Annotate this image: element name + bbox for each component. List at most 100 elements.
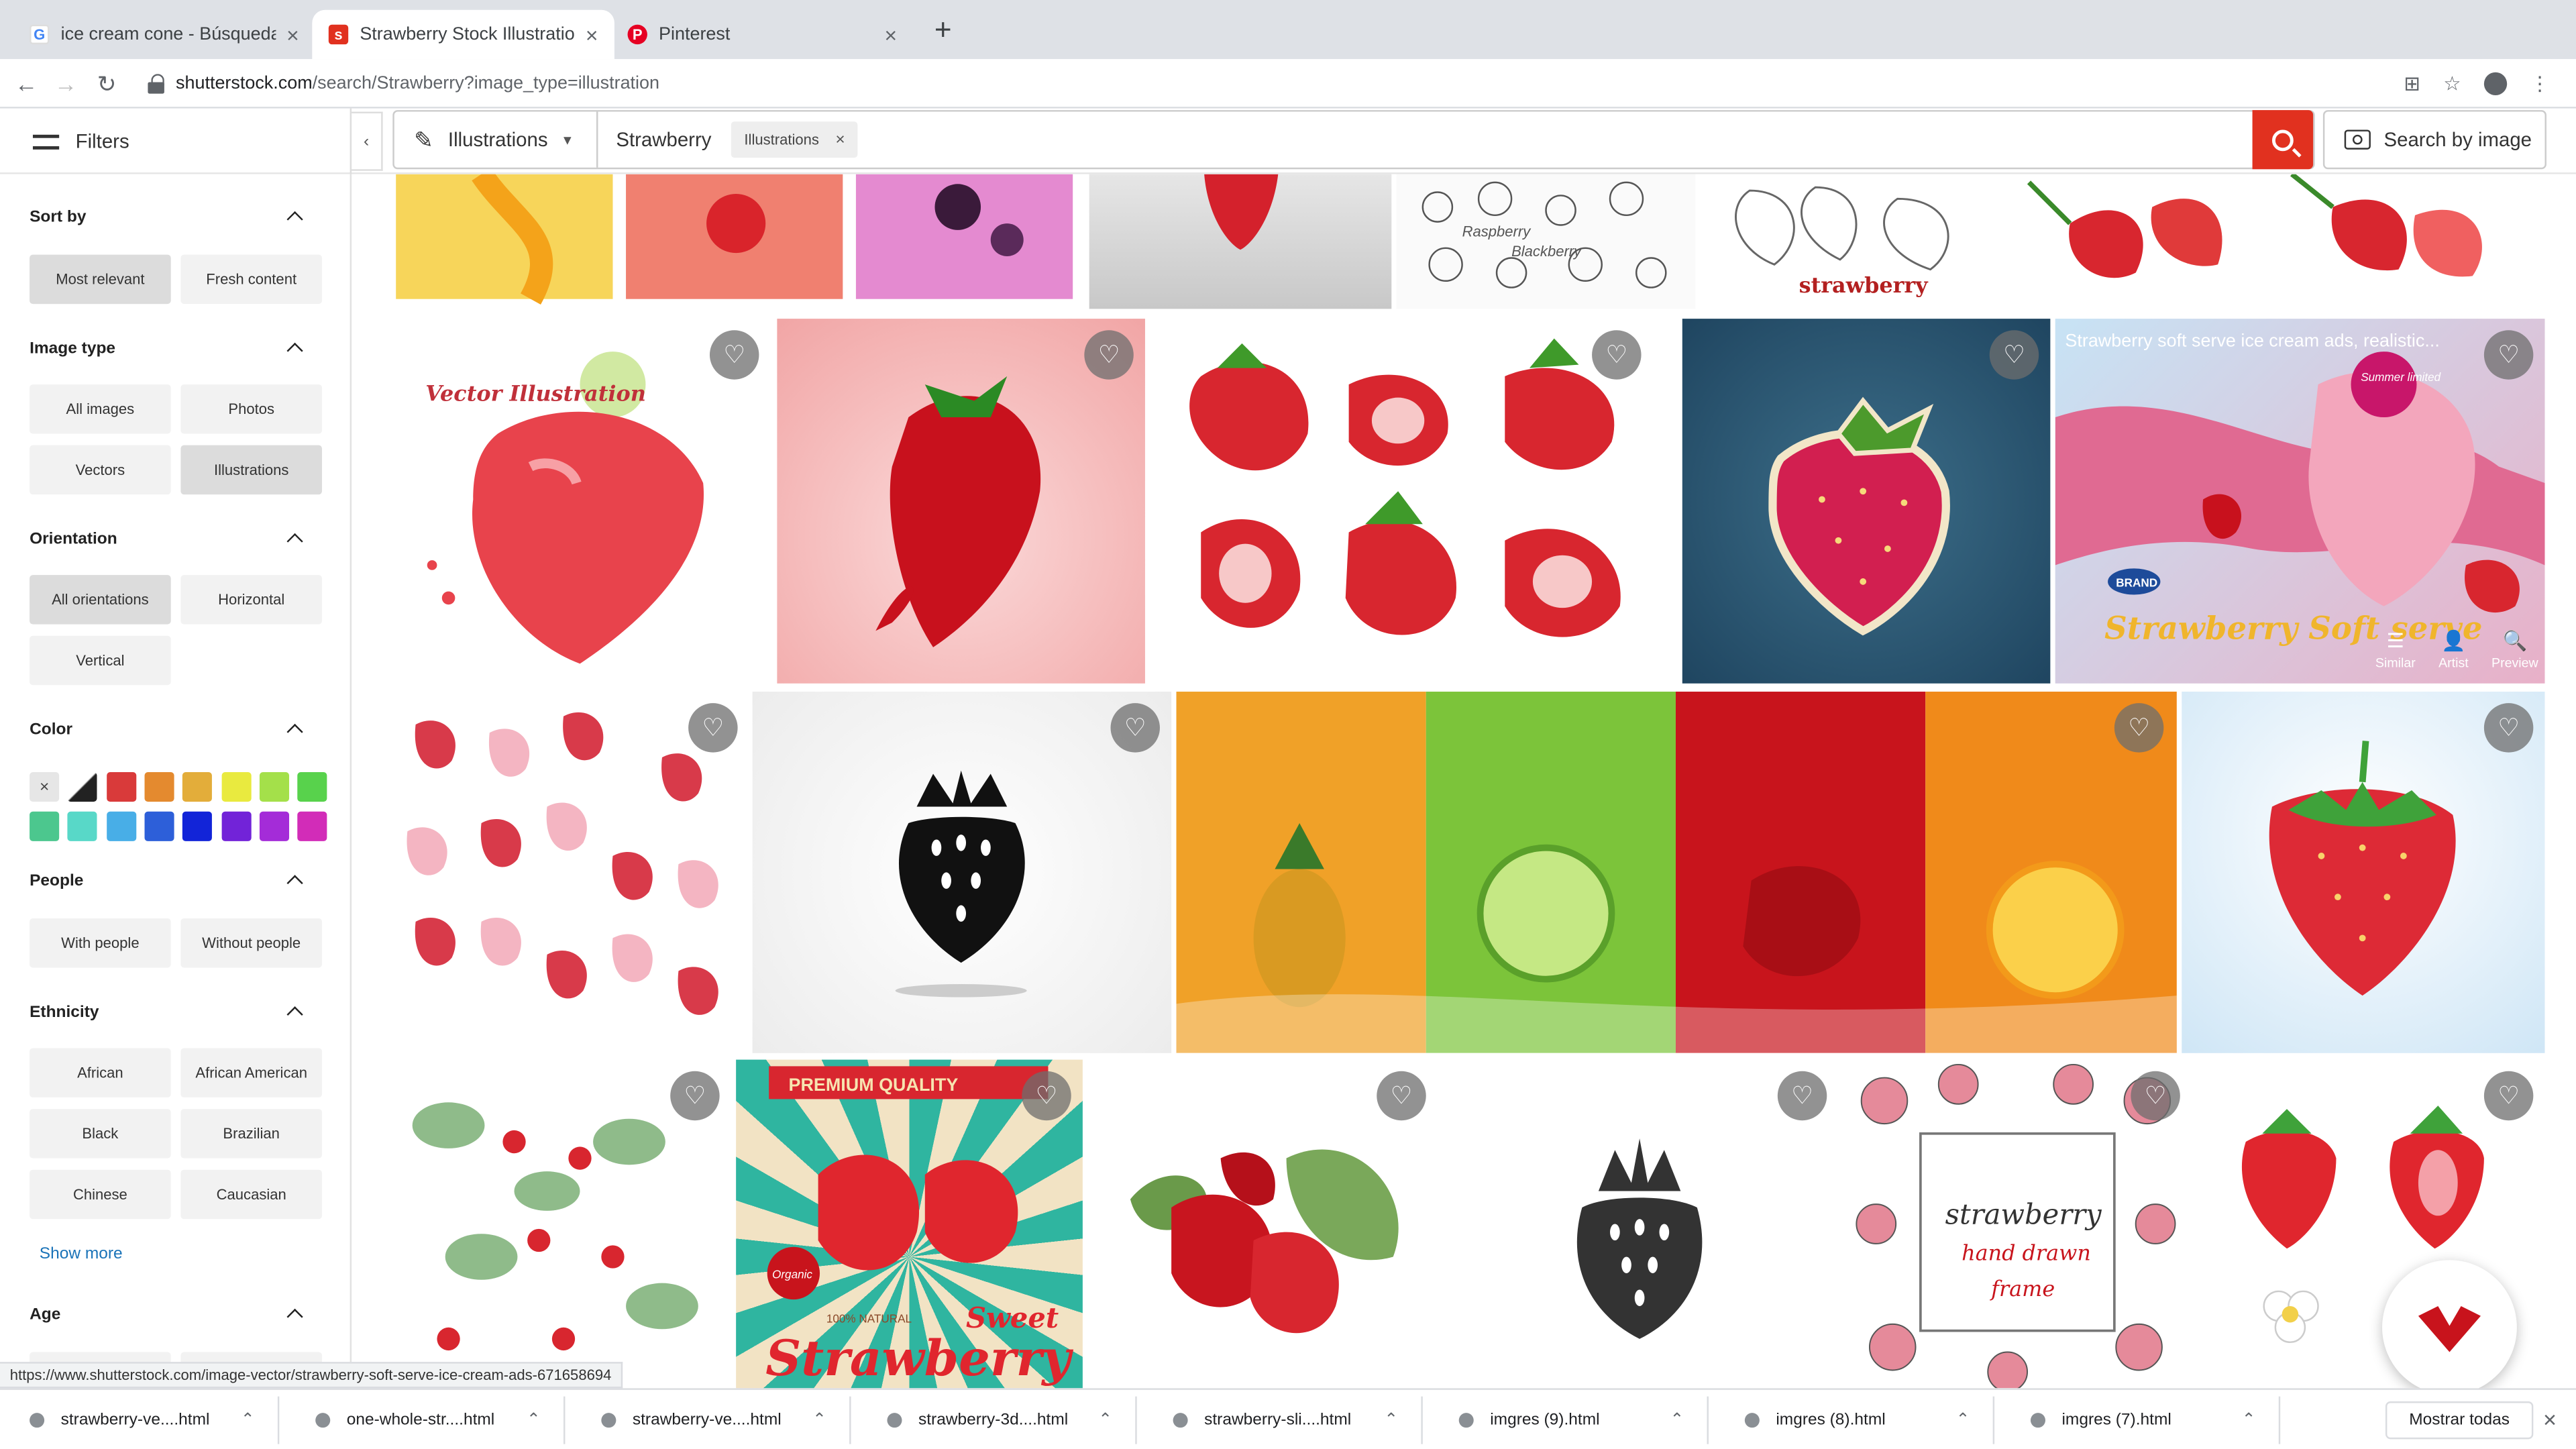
color-swatch[interactable]: [144, 811, 174, 841]
similar-button[interactable]: ☰ Similar: [2375, 629, 2416, 670]
result-image-hand-drawn-frame[interactable]: strawberry hand drawn frame ♡: [1843, 1059, 2192, 1389]
result-image-strawberry-sketch[interactable]: strawberry: [1700, 174, 2000, 309]
translate-icon[interactable]: ⊞: [2404, 72, 2420, 95]
menu-kebab-icon[interactable]: ⋮: [2530, 72, 2549, 95]
ethnicity-brazilian[interactable]: Brazilian: [180, 1109, 323, 1159]
color-swatch[interactable]: [106, 772, 136, 802]
favorite-icon[interactable]: ♡: [1110, 703, 1160, 753]
result-image-watercolor-strawberry[interactable]: Vector Illustration ♡: [382, 319, 771, 684]
search-input[interactable]: Strawberry: [616, 128, 711, 151]
chat-widget-button[interactable]: [2382, 1260, 2517, 1395]
favorite-icon[interactable]: ♡: [670, 1071, 720, 1121]
color-swatch[interactable]: [297, 811, 327, 841]
result-image-strawberry-halves[interactable]: ♡: [1151, 319, 1678, 684]
favorite-icon[interactable]: ♡: [1777, 1071, 1827, 1121]
filters-button[interactable]: Filters: [0, 108, 352, 174]
chevron-up-icon[interactable]: [284, 529, 304, 549]
orientation-all[interactable]: All orientations: [30, 575, 171, 625]
color-swatch[interactable]: [221, 772, 251, 802]
bookmark-star-icon[interactable]: ☆: [2443, 72, 2461, 95]
result-image-strawberry-cluster[interactable]: [2004, 174, 2546, 309]
download-item[interactable]: strawberry-ve....html ⌃: [572, 1396, 851, 1444]
favorite-icon[interactable]: ♡: [1989, 330, 2039, 380]
color-clear-swatch[interactable]: ×: [30, 772, 60, 802]
color-swatch[interactable]: [221, 811, 251, 841]
people-without[interactable]: Without people: [180, 918, 323, 968]
result-image-strawberry-pattern[interactable]: ♡: [382, 692, 748, 1053]
tab-shutterstock[interactable]: s Strawberry Stock Illustrations, ×: [312, 9, 614, 60]
result-image-strawberry-3d[interactable]: [1089, 174, 1392, 309]
download-item[interactable]: imgres (7).html ⌃: [2001, 1396, 2281, 1444]
ethnicity-caucasian[interactable]: Caucasian: [180, 1169, 323, 1220]
favorite-icon[interactable]: ♡: [1592, 330, 1642, 380]
download-item[interactable]: strawberry-sli....html ⌃: [1144, 1396, 1423, 1444]
download-item[interactable]: strawberry-3d....html ⌃: [857, 1396, 1137, 1444]
reload-icon[interactable]: ↻: [89, 66, 125, 102]
search-button[interactable]: [2252, 110, 2314, 170]
tab-google[interactable]: G ice cream cone - Búsqueda de ×: [13, 10, 316, 59]
filter-chip[interactable]: Illustrations ×: [731, 121, 859, 158]
chevron-up-icon[interactable]: [284, 720, 304, 739]
type-illustrations[interactable]: Illustrations: [180, 445, 323, 495]
download-item[interactable]: imgres (9).html ⌃: [1430, 1396, 1709, 1444]
orientation-horizontal[interactable]: Horizontal: [180, 575, 323, 625]
address-bar[interactable]: shutterstock.com/search/Strawberry?image…: [135, 64, 2550, 104]
color-swatch[interactable]: [106, 811, 136, 841]
result-image-strawberry-plant[interactable]: ♡: [382, 1059, 730, 1389]
sort-fresh-content[interactable]: Fresh content: [180, 254, 323, 305]
result-image-berry-sketch[interactable]: Raspberry Blackberry: [1396, 174, 1696, 309]
sort-most-relevant[interactable]: Most relevant: [30, 254, 171, 305]
image-type-select[interactable]: ✎ Illustrations ▼: [394, 111, 598, 168]
result-image-black-strawberry-icon[interactable]: ♡: [752, 692, 1172, 1053]
chevron-up-icon[interactable]: [284, 207, 304, 227]
favorite-icon[interactable]: ♡: [2483, 330, 2534, 380]
search-by-image-button[interactable]: Search by image: [2322, 110, 2546, 170]
new-tab-button[interactable]: +: [926, 13, 959, 48]
show-all-downloads-button[interactable]: Mostrar todas: [2385, 1401, 2534, 1440]
color-swatch[interactable]: [182, 811, 213, 841]
favorite-icon[interactable]: ♡: [2114, 703, 2164, 753]
color-swatch[interactable]: [297, 772, 327, 802]
favorite-icon[interactable]: ♡: [1084, 330, 1134, 380]
show-more-link[interactable]: Show more: [40, 1245, 123, 1263]
result-image-strawberry-leaves[interactable]: ♡: [1089, 1059, 1438, 1389]
close-icon[interactable]: ×: [2543, 1406, 2557, 1432]
ethnicity-black[interactable]: Black: [30, 1109, 171, 1159]
orientation-vertical[interactable]: Vertical: [30, 635, 171, 686]
color-swatch[interactable]: [68, 772, 98, 802]
result-image-soft-serve-ad[interactable]: Summer limited BRAND Strawberry Soft ser…: [2055, 319, 2545, 684]
color-swatch[interactable]: [68, 811, 98, 841]
color-swatch[interactable]: [259, 811, 289, 841]
chevron-up-icon[interactable]: [284, 871, 304, 890]
result-image-grey-strawberry-icon[interactable]: ♡: [1442, 1059, 1839, 1389]
chevron-up-icon[interactable]: [284, 338, 304, 358]
collapse-sidebar-button[interactable]: ‹: [352, 111, 383, 171]
color-swatch[interactable]: [182, 772, 213, 802]
result-image-retro-strawberry[interactable]: ♡: [1682, 319, 2051, 684]
favorite-icon[interactable]: ♡: [2483, 703, 2534, 753]
profile-icon[interactable]: [2483, 72, 2508, 96]
favorite-icon[interactable]: ♡: [2131, 1071, 2180, 1121]
type-all-images[interactable]: All images: [30, 384, 171, 434]
close-icon[interactable]: ×: [286, 22, 299, 47]
download-item[interactable]: imgres (8).html ⌃: [1715, 1396, 1995, 1444]
ethnicity-african-american[interactable]: African American: [180, 1048, 323, 1097]
favorite-icon[interactable]: ♡: [709, 330, 759, 380]
result-image-splash[interactable]: [382, 174, 1086, 309]
close-icon[interactable]: ×: [885, 22, 898, 47]
url-text[interactable]: shutterstock.com/search/Strawberry?image…: [176, 74, 659, 93]
close-icon[interactable]: ×: [586, 22, 598, 47]
search-box[interactable]: ✎ Illustrations ▼ Strawberry Illustratio…: [392, 110, 2315, 170]
result-image-sweet-strawberry-poster[interactable]: PREMIUM QUALITY Organic 100% NATURAL Swe…: [736, 1059, 1083, 1389]
color-swatch[interactable]: [30, 811, 60, 841]
chip-remove-icon[interactable]: ×: [835, 131, 845, 149]
favorite-icon[interactable]: ♡: [1377, 1071, 1426, 1121]
people-with[interactable]: With people: [30, 918, 171, 968]
download-item[interactable]: strawberry-ve....html ⌃: [0, 1396, 280, 1444]
color-swatch[interactable]: [144, 772, 174, 802]
tab-pinterest[interactable]: P Pinterest ×: [611, 10, 914, 59]
type-vectors[interactable]: Vectors: [30, 445, 171, 495]
forward-icon[interactable]: →: [48, 66, 84, 102]
favorite-icon[interactable]: ♡: [1022, 1071, 1071, 1121]
type-photos[interactable]: Photos: [180, 384, 323, 434]
